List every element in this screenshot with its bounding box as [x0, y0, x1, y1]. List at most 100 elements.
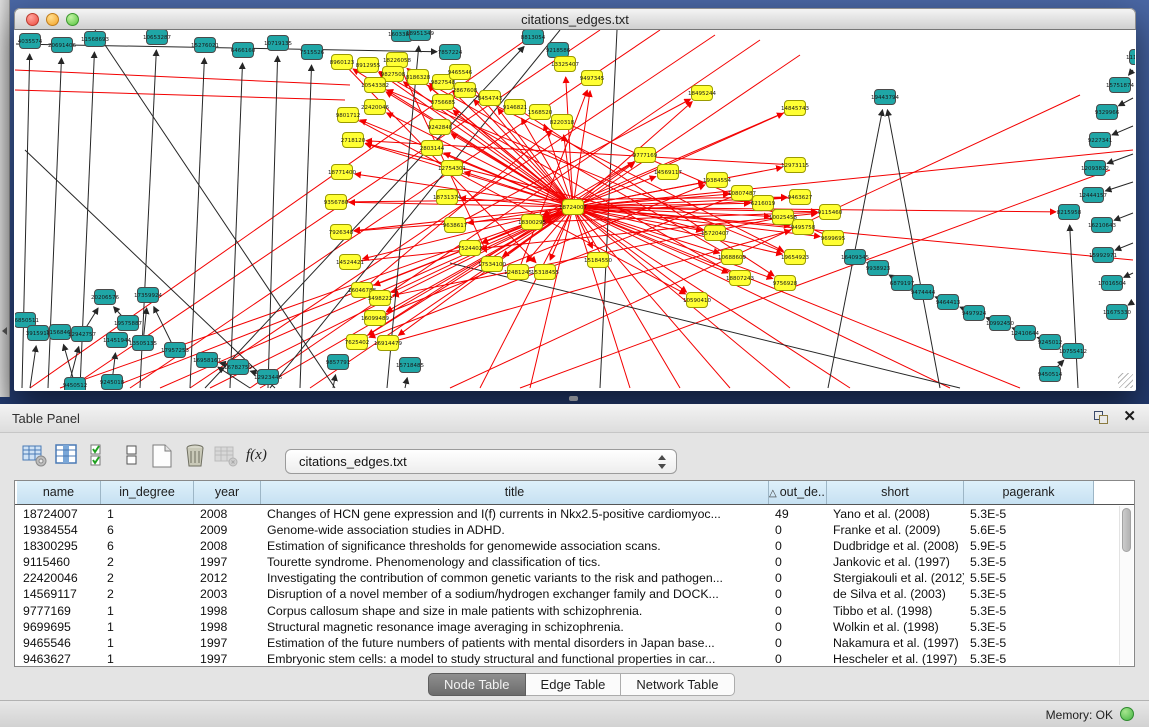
graph-edge[interactable]: [95, 30, 335, 388]
column-header-out_de[interactable]: △out_de...: [769, 481, 827, 504]
table-settings-icon[interactable]: [22, 443, 48, 469]
graph-node-label: 9465546: [448, 70, 473, 76]
memory-status-label: Memory: OK: [1046, 708, 1113, 722]
graph-edge[interactable]: [1107, 154, 1133, 164]
network-window[interactable]: citations_edges.txt 40355742069140611568…: [14, 8, 1136, 391]
graph-edge[interactable]: [333, 375, 336, 388]
graph-edge[interactable]: [1124, 273, 1133, 277]
graph-node-label: 11451944: [103, 338, 131, 344]
graph-node-label: 18771400: [328, 170, 356, 176]
graph-edge[interactable]: [1112, 126, 1133, 135]
graph-edge[interactable]: [1115, 243, 1133, 250]
vertical-scrollbar[interactable]: [1119, 506, 1133, 665]
create-table-icon[interactable]: [149, 443, 175, 469]
graph-node-label: 9699695: [821, 236, 846, 242]
graph-edge[interactable]: [16, 44, 437, 52]
graph-node-label: 20691406: [48, 43, 76, 49]
graph-node-label: 16850511: [15, 318, 39, 324]
table-row[interactable]: 1938455462009Genome-wide association stu…: [15, 522, 1118, 538]
table-row[interactable]: 1830029562008Estimation of significance …: [15, 538, 1118, 554]
graph-edge[interactable]: [1070, 225, 1078, 388]
graph-edge[interactable]: [1105, 182, 1133, 191]
minimize-button[interactable]: [46, 13, 59, 26]
tab-network-table[interactable]: Network Table: [621, 673, 734, 696]
function-builder-icon[interactable]: f(x): [246, 447, 272, 473]
graph-node-label: 19443794: [871, 95, 899, 101]
table-cell: Tibbo et al. (1998): [827, 603, 964, 619]
graph-edge[interactable]: [573, 207, 790, 388]
citation-network-graph[interactable]: 4035574206914061156869310653287152760216…: [15, 30, 1135, 390]
graph-node-label: 8215958: [1057, 210, 1082, 216]
graph-node-label: 10807487: [728, 191, 756, 197]
column-header-year[interactable]: year: [194, 481, 261, 504]
close-icon[interactable]: ✕: [1123, 409, 1136, 425]
column-header-pagerank[interactable]: pagerank: [964, 481, 1094, 504]
graph-node-label: 18951349: [406, 31, 434, 37]
network-window-titlebar[interactable]: citations_edges.txt: [14, 8, 1136, 30]
graph-edge[interactable]: [1128, 302, 1133, 305]
table-row[interactable]: 2242004622012Investigating the contribut…: [15, 570, 1118, 586]
table-row[interactable]: 911546021997Tourette syndrome. Phenomeno…: [15, 554, 1118, 570]
graph-node-label: 9245018: [100, 380, 125, 386]
table-row[interactable]: 969969511998Structural magnetic resonanc…: [15, 619, 1118, 635]
graph-edge[interactable]: [1114, 213, 1133, 220]
graph-edge[interactable]: [15, 90, 345, 100]
column-header-title[interactable]: title: [261, 481, 769, 504]
graph-edge[interactable]: [15, 70, 350, 85]
graph-edge[interactable]: [30, 346, 36, 388]
table-cell: Structural magnetic resonance image aver…: [261, 619, 769, 635]
column-header-short[interactable]: short: [827, 481, 964, 504]
scrollbar-thumb[interactable]: [1122, 508, 1131, 552]
column-header-name[interactable]: name: [17, 481, 101, 504]
collapsed-control-panel-strip[interactable]: [0, 0, 10, 397]
table-row[interactable]: 946362711997Embryonic stem cells: a mode…: [15, 651, 1118, 665]
graph-node-label: 15992971: [1089, 253, 1117, 259]
graph-edge[interactable]: [828, 110, 883, 388]
graph-edge[interactable]: [405, 378, 407, 388]
table-cell: 1: [101, 506, 194, 522]
table-cell: 0: [769, 603, 827, 619]
row-height-icon[interactable]: [120, 443, 146, 469]
graph-edge[interactable]: [450, 263, 960, 388]
graph-node-label: 9857791: [326, 360, 351, 366]
column-header-in_degree[interactable]: in_degree: [101, 481, 194, 504]
delete-table-icon[interactable]: [182, 443, 208, 469]
table-body: 1872400712008Changes of HCN gene express…: [15, 506, 1118, 665]
column-visibility-icon[interactable]: [54, 443, 80, 469]
network-canvas[interactable]: 4035574206914061156869310653287152760216…: [15, 30, 1135, 390]
tab-edge-table[interactable]: Edge Table: [526, 673, 622, 696]
table-row[interactable]: 1456911722003Disruption of a novel membe…: [15, 586, 1118, 602]
graph-edge[interactable]: [1118, 98, 1133, 106]
graph-node-label: 2803144: [420, 146, 445, 152]
table-cell: Estimation of significance thresholds fo…: [261, 538, 769, 554]
graph-edge[interactable]: [190, 58, 204, 388]
table-cell: 9699695: [17, 619, 101, 635]
table-row[interactable]: 977716911998Corpus callosum shape and si…: [15, 603, 1118, 619]
graph-node-label: 15318455: [531, 270, 559, 276]
graph-node-label: 12410644: [1011, 331, 1039, 337]
graph-edge[interactable]: [573, 207, 1056, 212]
splitter-handle[interactable]: [569, 396, 578, 401]
table-select-dropdown[interactable]: citations_edges.txt: [285, 449, 677, 474]
graph-edge[interactable]: [1129, 70, 1133, 75]
table-cell: Stergiakouli et al. (2012): [827, 570, 964, 586]
table-row[interactable]: 1872400712008Changes of HCN gene express…: [15, 506, 1118, 522]
table-tabs: Node TableEdge TableNetwork Table: [428, 673, 735, 696]
resize-grip-icon[interactable]: [1118, 373, 1133, 388]
graph-node-label: 14845743: [781, 106, 809, 112]
close-button[interactable]: [26, 13, 39, 26]
graph-edge[interactable]: [230, 63, 243, 388]
selection-mode-icon[interactable]: [88, 443, 114, 469]
graph-node-label: 10653287: [143, 35, 171, 41]
zoom-button[interactable]: [66, 13, 79, 26]
table-cell: 9115460: [17, 554, 101, 570]
graph-node-label: 15718485: [396, 363, 424, 369]
graph-node-label: 14524421: [336, 260, 364, 266]
table-row[interactable]: 946554611997Estimation of the future num…: [15, 635, 1118, 651]
graph-node-label: 15751874: [1106, 83, 1134, 89]
table-cell: Jankovic et al. (1997): [827, 554, 964, 570]
tab-node-table[interactable]: Node Table: [428, 673, 526, 696]
float-window-icon[interactable]: [1094, 411, 1111, 426]
graph-edge[interactable]: [573, 207, 950, 388]
graph-node-label: 9827548: [431, 80, 456, 86]
